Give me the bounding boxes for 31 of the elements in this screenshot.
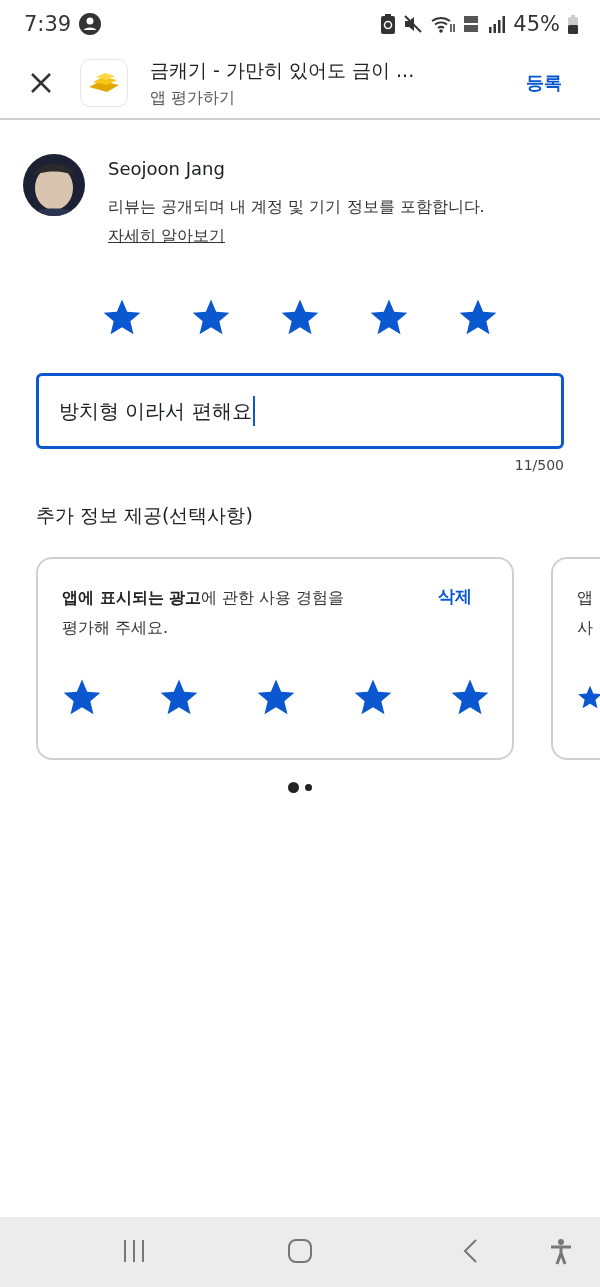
page-dot[interactable] (305, 784, 312, 791)
reviewer-name: Seojoon Jang (108, 158, 226, 179)
card-question: 앱 사 (577, 587, 593, 639)
privacy-notice: 리뷰는 공개되며 내 계정 및 기기 정보를 포함합니다. (108, 197, 485, 218)
character-counter: 11/500 (514, 457, 564, 473)
battery-percent: 45% (513, 12, 560, 36)
star-icon (577, 684, 600, 710)
ingot-stack-icon (87, 71, 121, 95)
recents-button[interactable] (122, 1239, 146, 1263)
section-title: 추가 정보 제공(선택사항) (36, 503, 254, 528)
battery-saver-icon (381, 14, 396, 34)
accessibility-button[interactable] (550, 1239, 572, 1265)
wifi-icon (431, 14, 456, 34)
battery-icon (568, 14, 578, 34)
review-field[interactable]: 방치형 이라서 편해요 (36, 373, 564, 449)
submit-button[interactable]: 등록 (522, 67, 566, 99)
learn-more-link[interactable]: 자세히 알아보기 (108, 226, 226, 247)
review-text: 방치형 이라서 편해요 (59, 397, 252, 425)
close-icon (30, 72, 52, 94)
back-button[interactable] (463, 1239, 477, 1263)
page-subtitle: 앱 평가하기 (150, 87, 237, 109)
account-icon (79, 13, 102, 35)
home-button[interactable] (288, 1239, 312, 1263)
status-time: 7:39 (24, 12, 72, 36)
card-question: 앱에 표시되는 광고에 관한 사용 경험을 평가해 주세요. (62, 587, 345, 639)
mute-icon (403, 14, 424, 34)
app-title: 금캐기 - 가만히 있어도 금이 ... (150, 57, 416, 83)
signal-icon (489, 15, 506, 33)
text-cursor (252, 396, 255, 426)
page-dot[interactable] (288, 782, 299, 793)
delete-button[interactable]: 삭제 (438, 585, 490, 608)
